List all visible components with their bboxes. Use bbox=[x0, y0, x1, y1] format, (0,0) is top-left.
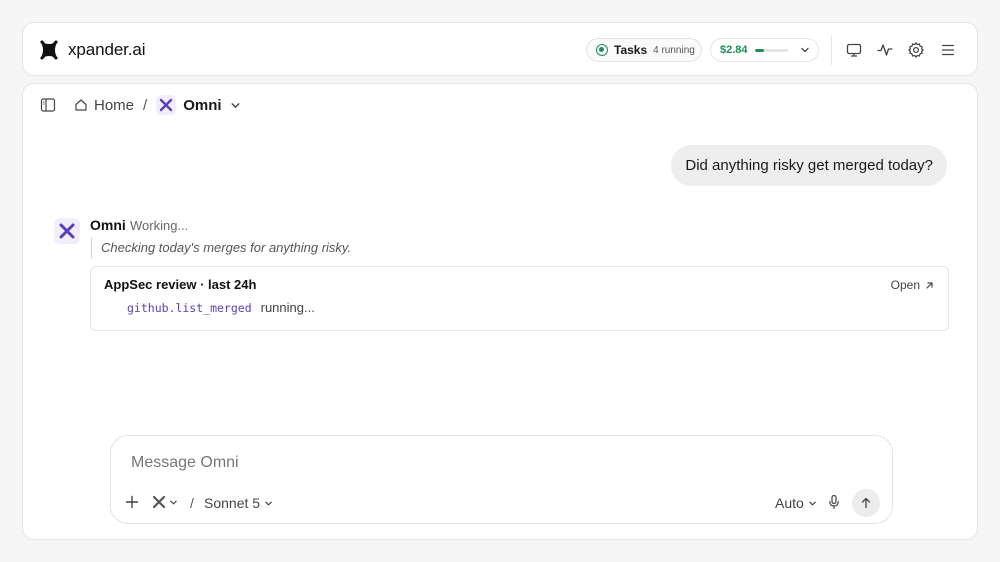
brand-name: xpander.ai bbox=[68, 40, 146, 59]
running-status-icon bbox=[596, 44, 608, 56]
sidebar-toggle-icon[interactable] bbox=[40, 97, 56, 113]
microphone-icon[interactable] bbox=[827, 494, 841, 510]
xpander-logo-icon bbox=[152, 495, 166, 509]
brand[interactable]: xpander.ai bbox=[38, 39, 146, 61]
tool-function-name: github.list_merged bbox=[127, 300, 252, 315]
tool-card-open-link[interactable]: Open bbox=[891, 278, 934, 292]
menu-icon[interactable] bbox=[939, 41, 957, 59]
cost-progress-fill bbox=[754, 48, 765, 52]
tasks-count: 4 running bbox=[653, 44, 695, 56]
home-icon bbox=[74, 98, 88, 112]
gear-icon[interactable] bbox=[907, 41, 925, 59]
agent-name: Omni bbox=[90, 217, 126, 233]
tool-card-open-label: Open bbox=[890, 278, 920, 292]
plus-icon[interactable] bbox=[125, 495, 139, 509]
breadcrumb: Home / Omni bbox=[40, 95, 241, 115]
tool-card-title: AppSec review · last 24h bbox=[104, 277, 257, 292]
agent-thought: Checking today's merges for anything ris… bbox=[91, 238, 351, 258]
chevron-down-icon bbox=[808, 499, 817, 508]
model-selector[interactable]: Sonnet 5 bbox=[204, 495, 273, 511]
xpander-logo-icon bbox=[38, 39, 60, 61]
breadcrumb-home-label: Home bbox=[94, 96, 135, 114]
model-label: Sonnet 5 bbox=[204, 495, 261, 511]
cost-progress-bar bbox=[754, 48, 788, 52]
tool-call-state: running... bbox=[260, 300, 315, 315]
chevron-down-icon bbox=[800, 45, 810, 55]
tool-call-line: github.list_merged running... bbox=[127, 300, 315, 315]
breadcrumb-current[interactable]: Omni bbox=[183, 97, 221, 114]
tasks-pill[interactable]: Tasks 4 running bbox=[586, 38, 702, 62]
send-button[interactable] bbox=[852, 489, 880, 517]
main-panel: Home / Omni Did anything risky get merge… bbox=[22, 83, 978, 540]
tool-card: AppSec review · last 24h Open github.lis… bbox=[90, 266, 949, 331]
breadcrumb-home[interactable]: Home bbox=[74, 97, 134, 114]
activity-icon[interactable] bbox=[876, 41, 894, 59]
top-bar: xpander.ai Tasks 4 running $2.84 bbox=[22, 22, 978, 76]
tasks-label: Tasks bbox=[614, 43, 648, 57]
user-message: Did anything risky get merged today? bbox=[671, 145, 947, 186]
agent-status: Working... bbox=[130, 218, 189, 233]
chevron-down-icon bbox=[264, 499, 273, 508]
arrow-up-icon bbox=[860, 497, 872, 509]
chevron-down-icon[interactable] bbox=[230, 100, 241, 111]
cost-value: $2.84 bbox=[720, 44, 748, 56]
monitor-icon[interactable] bbox=[845, 41, 863, 59]
external-arrow-icon bbox=[925, 281, 934, 290]
chevron-down-icon bbox=[169, 498, 178, 507]
omni-logo-icon bbox=[156, 95, 177, 115]
composer-separator: / bbox=[190, 495, 194, 511]
agent-selector[interactable] bbox=[152, 495, 178, 509]
agent-avatar bbox=[54, 218, 80, 244]
header-divider bbox=[831, 35, 832, 65]
cost-pill[interactable]: $2.84 bbox=[710, 38, 819, 62]
message-composer: / Sonnet 5 Auto bbox=[110, 435, 893, 524]
mode-label: Auto bbox=[775, 495, 804, 511]
breadcrumb-separator: / bbox=[143, 96, 148, 114]
message-input[interactable] bbox=[131, 450, 831, 476]
mode-selector[interactable]: Auto bbox=[775, 495, 817, 511]
